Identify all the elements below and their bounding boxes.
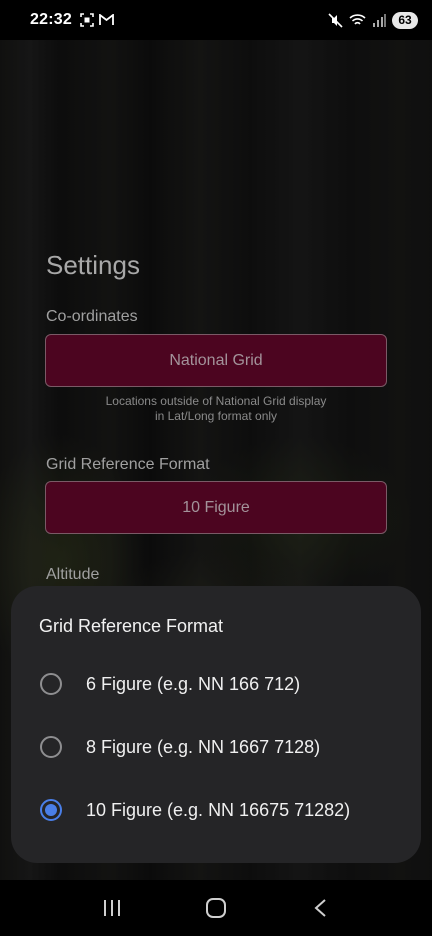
battery-indicator: 63 xyxy=(392,11,418,29)
grid-reference-dialog: Grid Reference Format 6 Figure (e.g. NN … xyxy=(11,586,421,863)
signal-icon xyxy=(373,13,386,27)
altitude-label: Altitude xyxy=(46,566,100,583)
navigation-bar xyxy=(0,880,432,936)
status-notification-icons xyxy=(80,13,114,27)
coordinates-note-line2: in Lat/Long format only xyxy=(154,409,278,423)
mute-icon xyxy=(328,12,343,28)
home-icon xyxy=(206,898,226,918)
radio-button[interactable] xyxy=(40,673,62,695)
radio-button-selected[interactable] xyxy=(40,799,62,821)
option-label: 10 Figure (e.g. NN 16675 71282) xyxy=(86,799,351,820)
screenshot-icon xyxy=(80,13,94,27)
option-label: 8 Figure (e.g. NN 1667 7128) xyxy=(86,736,321,757)
option-8-figure[interactable]: 8 Figure (e.g. NN 1667 7128) xyxy=(11,722,421,772)
option-10-figure[interactable]: 10 Figure (e.g. NN 16675 71282) xyxy=(11,785,421,835)
grid-reference-label: Grid Reference Format xyxy=(46,456,210,473)
status-bar: 22:32 63 xyxy=(0,0,432,40)
page-title: Settings xyxy=(46,250,140,280)
status-time: 22:32 xyxy=(30,11,72,28)
option-6-figure[interactable]: 6 Figure (e.g. NN 166 712) xyxy=(11,659,421,709)
home-button[interactable] xyxy=(196,888,236,928)
back-button[interactable] xyxy=(300,888,340,928)
back-icon xyxy=(314,899,326,917)
coordinates-note-line1: Locations outside of National Grid displ… xyxy=(105,394,327,408)
coordinates-select[interactable]: National Grid xyxy=(45,334,387,387)
grid-reference-select[interactable]: 10 Figure xyxy=(45,481,387,534)
dialog-title: Grid Reference Format xyxy=(39,616,224,636)
radio-button[interactable] xyxy=(40,736,62,758)
option-label: 6 Figure (e.g. NN 166 712) xyxy=(86,673,301,694)
coordinates-label: Co-ordinates xyxy=(46,308,138,325)
recents-icon xyxy=(104,900,120,916)
recents-button[interactable] xyxy=(92,888,132,928)
wifi-icon xyxy=(349,14,366,25)
coordinates-note: Locations outside of National Grid displ… xyxy=(46,394,386,424)
gmail-icon xyxy=(99,14,114,25)
